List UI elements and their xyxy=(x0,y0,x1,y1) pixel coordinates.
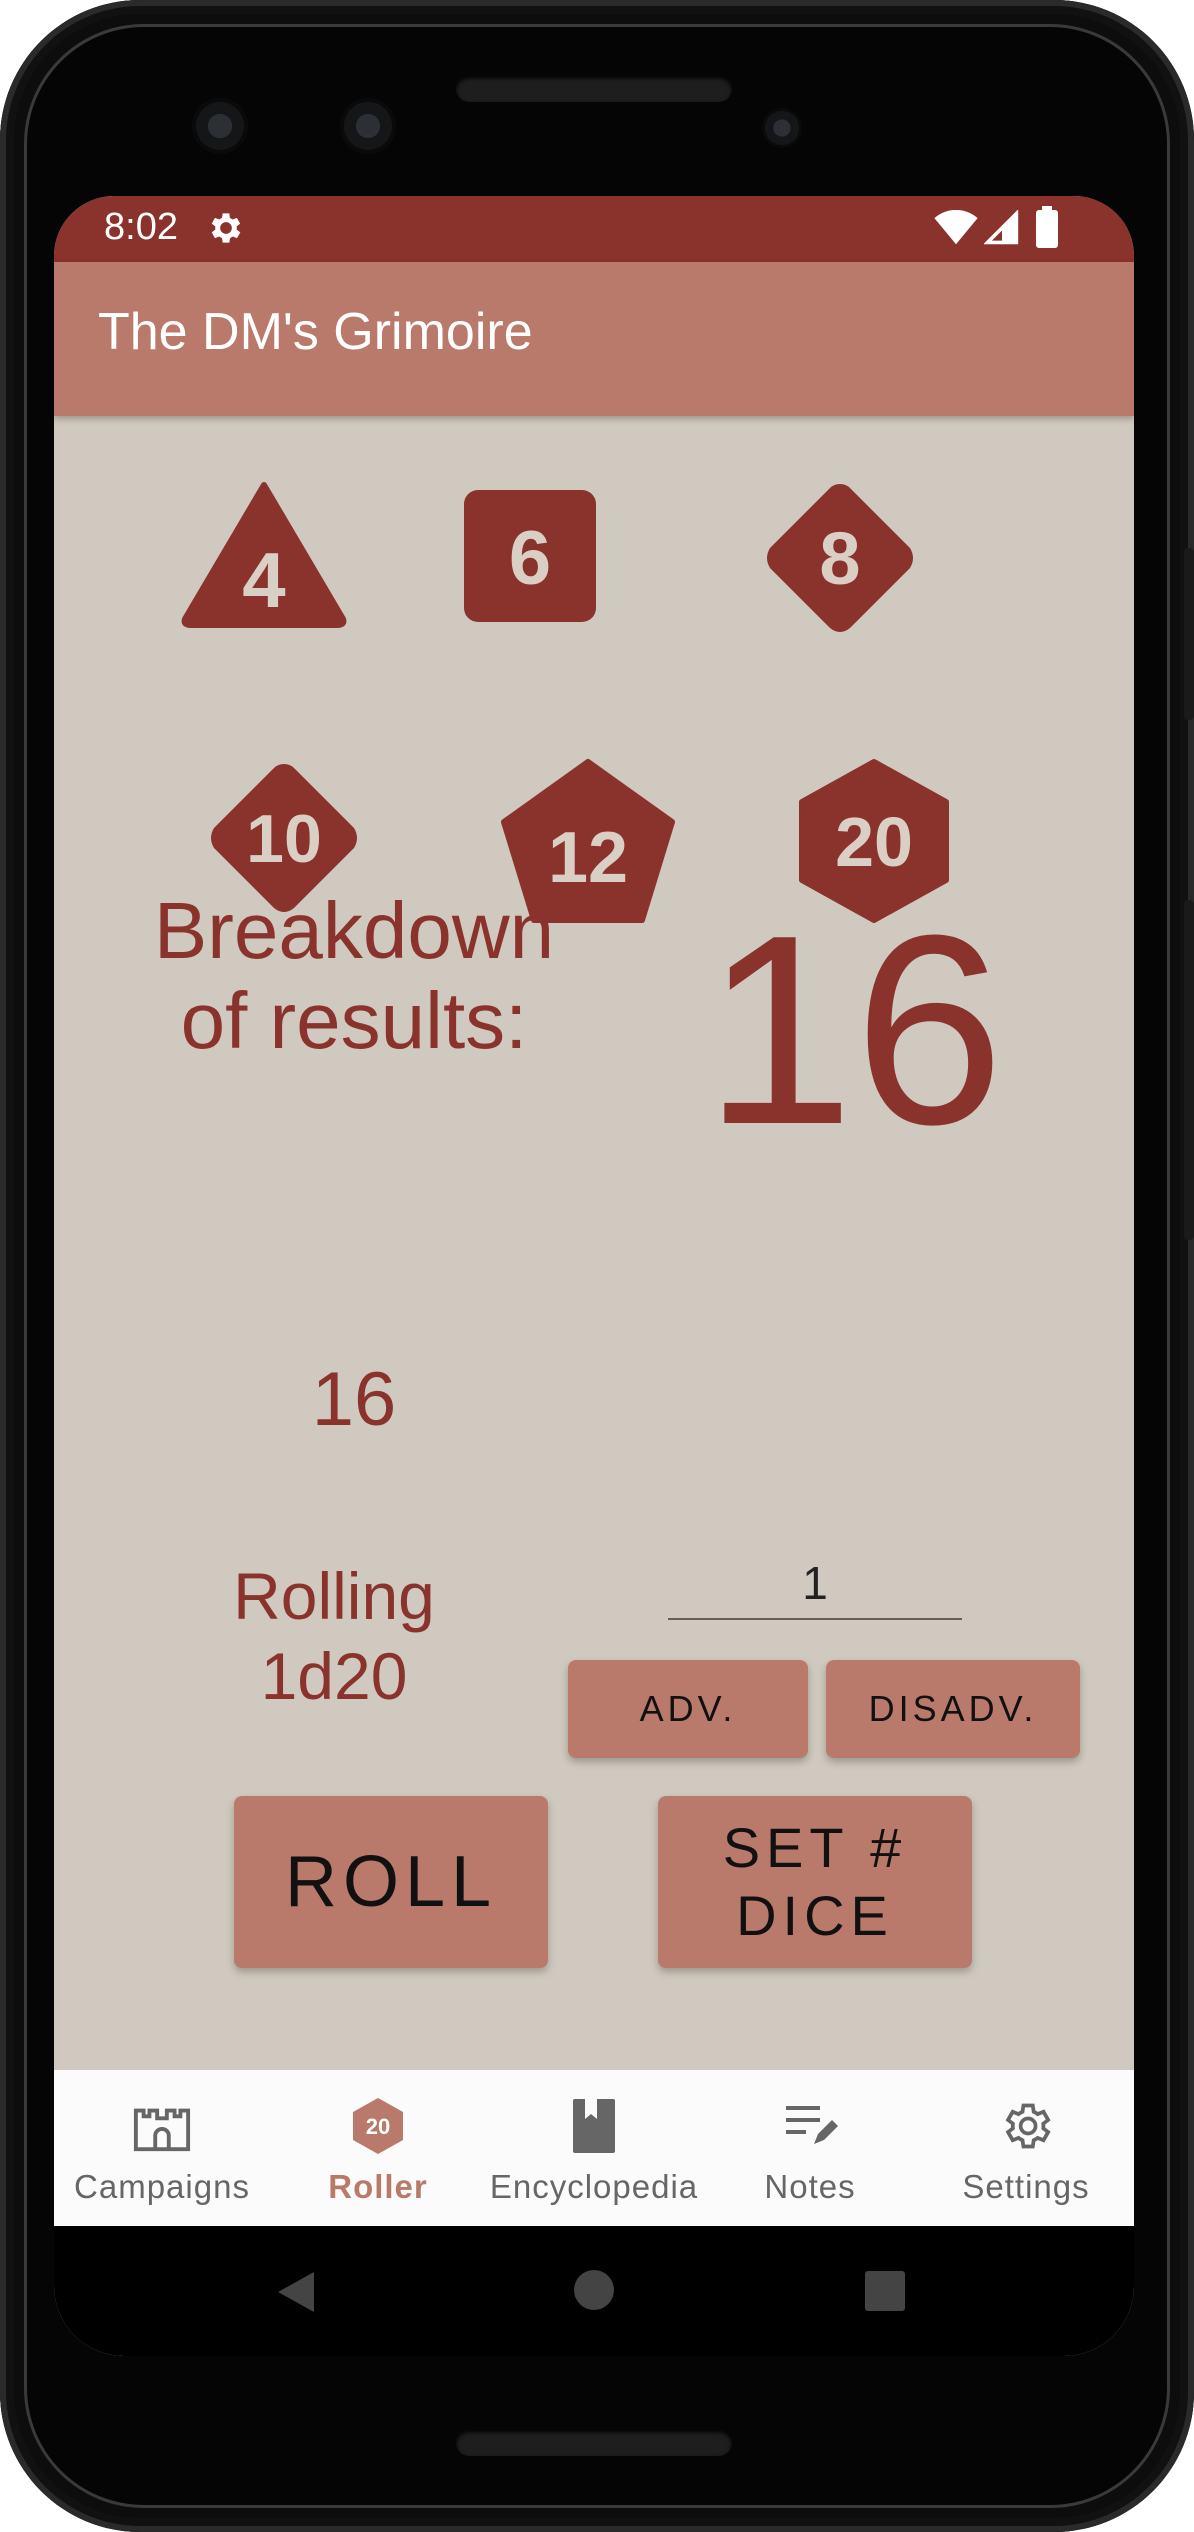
d20-label: 20 xyxy=(835,803,913,881)
home-icon[interactable] xyxy=(572,2268,616,2317)
gear-icon xyxy=(206,208,246,253)
bottom-navigation: Campaigns 20 Roller Encyclopedia Notes S… xyxy=(54,2070,1134,2226)
castle-icon xyxy=(132,2096,192,2156)
d8-button[interactable]: 8 xyxy=(760,478,920,638)
d8-label: 8 xyxy=(819,517,860,600)
proximity-sensor xyxy=(762,108,802,148)
wifi-icon xyxy=(934,209,978,251)
app-bar: The DM's Grimoire xyxy=(54,262,1134,416)
nav-label-notes: Notes xyxy=(764,2168,856,2205)
rolling-value: 1d20 xyxy=(260,1639,408,1713)
d4-label: 4 xyxy=(242,536,285,624)
screen: 8:02 The DM's Grimoire 4 6 8 10 12 20 Br… xyxy=(54,196,1134,2356)
advantage-button[interactable]: ADV. xyxy=(568,1660,808,1758)
d20-icon: 20 xyxy=(348,2096,408,2156)
roll-label: ROLL xyxy=(284,1842,498,1922)
front-camera-2 xyxy=(340,98,396,154)
breakdown-label: Breakdown of results: xyxy=(153,886,555,1065)
volume-button xyxy=(1184,900,1194,1240)
earpiece-speaker xyxy=(456,76,732,102)
d6-button[interactable]: 6 xyxy=(460,486,600,626)
app-title: The DM's Grimoire xyxy=(98,303,533,361)
nav-label-campaigns: Campaigns xyxy=(74,2168,250,2205)
system-navigation-bar xyxy=(54,2226,1134,2356)
rolling-info: Rolling 1d20 xyxy=(184,1556,484,1716)
nav-item-settings[interactable]: Settings xyxy=(918,2070,1134,2226)
back-icon[interactable] xyxy=(274,2270,318,2319)
roll-button[interactable]: ROLL xyxy=(234,1796,548,1968)
nav-item-roller[interactable]: 20 Roller xyxy=(270,2070,486,2226)
nav-item-encyclopedia[interactable]: Encyclopedia xyxy=(486,2070,702,2226)
battery-icon xyxy=(1036,206,1058,253)
d10-label: 10 xyxy=(246,801,322,877)
nav-label-settings: Settings xyxy=(962,2168,1090,2205)
signal-icon xyxy=(983,209,1020,251)
disadvantage-button[interactable]: DISADV. xyxy=(826,1660,1080,1758)
status-time: 8:02 xyxy=(104,206,178,248)
breakdown-values: 16 xyxy=(311,1357,397,1442)
settings-gear-icon xyxy=(996,2096,1056,2156)
rolling-label: Rolling xyxy=(233,1559,435,1633)
status-bar: 8:02 xyxy=(54,196,1134,262)
set-dice-label: SET # DICE xyxy=(722,1816,908,1947)
d4-button[interactable]: 4 xyxy=(174,474,354,634)
disadvantage-label: DISADV. xyxy=(868,1688,1038,1729)
book-icon xyxy=(564,2096,624,2156)
notes-icon xyxy=(780,2096,840,2156)
d6-label: 6 xyxy=(509,516,551,601)
dice-count-input[interactable]: 1 xyxy=(668,1548,962,1620)
nav-label-encyclopedia: Encyclopedia xyxy=(489,2168,699,2205)
recents-icon[interactable] xyxy=(864,2270,906,2317)
nav-item-notes[interactable]: Notes xyxy=(702,2070,918,2226)
roll-total: 16 xyxy=(703,880,1005,1181)
advantage-label: ADV. xyxy=(639,1688,737,1729)
nav-label-roller: Roller xyxy=(328,2168,428,2205)
nav-item-campaigns[interactable]: Campaigns xyxy=(54,2070,270,2226)
svg-text:20: 20 xyxy=(366,2114,390,2139)
front-camera-1 xyxy=(192,98,248,154)
set-dice-button[interactable]: SET # DICE xyxy=(658,1796,972,1968)
power-button xyxy=(1184,548,1194,720)
bottom-speaker xyxy=(456,2430,732,2456)
